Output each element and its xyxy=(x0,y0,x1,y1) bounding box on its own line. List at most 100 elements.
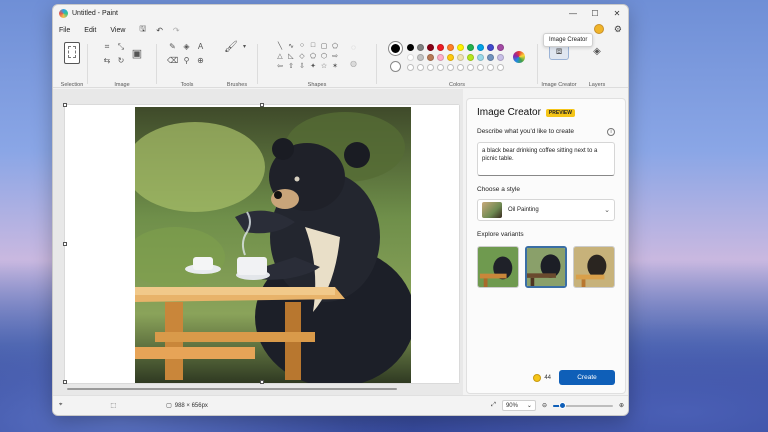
style-dropdown[interactable]: Oil Painting ⌄ xyxy=(477,199,615,221)
prompt-textarea[interactable]: a black bear drinking coffee sitting nex… xyxy=(477,142,615,176)
custom-color-swatch[interactable] xyxy=(497,63,504,71)
star4-shape-icon[interactable]: ✦ xyxy=(308,62,318,70)
variant-thumbnail-1[interactable] xyxy=(477,246,519,288)
zoom-slider[interactable] xyxy=(552,401,613,409)
color-swatch[interactable] xyxy=(497,43,504,51)
star6-shape-icon[interactable]: ✶ xyxy=(330,62,340,70)
custom-color-swatch[interactable] xyxy=(407,63,414,71)
resize-handle-left[interactable] xyxy=(63,242,67,246)
custom-color-swatch[interactable] xyxy=(467,63,474,71)
crop-icon[interactable]: ⌗ xyxy=(102,42,113,52)
zoom-slider-thumb[interactable] xyxy=(558,401,566,409)
oval-shape-icon[interactable]: ○ xyxy=(297,42,307,50)
pencil-icon[interactable]: ✎ xyxy=(167,42,178,52)
color-swatch[interactable] xyxy=(447,53,454,61)
color-picker-icon[interactable]: ⚲ xyxy=(181,56,192,66)
account-avatar[interactable] xyxy=(593,24,604,34)
brush-dropdown-icon[interactable]: ▾ xyxy=(239,42,250,52)
fit-to-window-icon[interactable]: ⤢ xyxy=(491,402,496,409)
drawing-canvas[interactable] xyxy=(63,103,459,384)
edit-colors-icon[interactable] xyxy=(513,51,525,63)
outline-icon[interactable]: ◌ xyxy=(348,43,359,53)
resize-handle-bottom[interactable] xyxy=(260,380,264,384)
brush-icon[interactable]: 🖌 xyxy=(224,42,238,53)
resize-handle-top-left[interactable] xyxy=(63,103,67,107)
right-arrow-shape-icon[interactable]: ⇨ xyxy=(330,52,340,60)
menu-file[interactable]: File xyxy=(59,27,70,34)
custom-color-swatch[interactable] xyxy=(427,63,434,71)
color-swatch[interactable] xyxy=(417,53,424,61)
color-swatch[interactable] xyxy=(437,53,444,61)
custom-color-swatch[interactable] xyxy=(417,63,424,71)
canvas-workspace[interactable] xyxy=(53,89,463,395)
star5-shape-icon[interactable]: ☆ xyxy=(319,62,329,70)
color-swatch[interactable] xyxy=(497,53,504,61)
horizontal-scrollbar-thumb[interactable] xyxy=(67,388,397,390)
line-shape-icon[interactable]: ╲ xyxy=(275,42,285,50)
rectangle-shape-icon[interactable]: □ xyxy=(308,42,318,50)
settings-gear-icon[interactable]: ⚙ xyxy=(614,24,622,35)
color-swatch[interactable] xyxy=(437,43,444,51)
remove-background-icon[interactable]: ▣ xyxy=(132,49,143,60)
polygon-shape-icon[interactable]: ⬠ xyxy=(330,42,340,50)
color-swatch[interactable] xyxy=(477,53,484,61)
primary-color-swatch[interactable] xyxy=(388,41,403,56)
up-arrow-shape-icon[interactable]: ⇧ xyxy=(286,62,296,70)
fill-bucket-icon[interactable]: ◈ xyxy=(181,42,192,52)
color-swatch[interactable] xyxy=(487,53,494,61)
variant-thumbnail-2[interactable] xyxy=(525,246,567,288)
horizontal-scrollbar[interactable] xyxy=(57,387,457,391)
selection-tool-icon[interactable] xyxy=(64,42,80,64)
undo-icon[interactable]: ↶ xyxy=(156,26,163,35)
flip-icon[interactable]: ⇆ xyxy=(102,56,113,66)
color-swatch[interactable] xyxy=(457,43,464,51)
variant-thumbnail-3[interactable] xyxy=(573,246,615,288)
color-swatch[interactable] xyxy=(447,43,454,51)
down-arrow-shape-icon[interactable]: ⇩ xyxy=(297,62,307,70)
save-icon[interactable]: 🖫 xyxy=(139,23,146,37)
color-swatch[interactable] xyxy=(427,43,434,51)
secondary-color-swatch[interactable] xyxy=(390,61,401,72)
magnifier-icon[interactable]: ⊕ xyxy=(195,56,206,66)
menu-view[interactable]: View xyxy=(110,27,125,34)
menu-edit[interactable]: Edit xyxy=(84,27,96,34)
custom-color-swatch[interactable] xyxy=(457,63,464,71)
curve-shape-icon[interactable]: ∿ xyxy=(286,42,296,50)
custom-color-swatch[interactable] xyxy=(477,63,484,71)
shape-fill-icon[interactable]: ◍ xyxy=(348,59,359,69)
minimize-button[interactable]: — xyxy=(562,9,584,18)
diamond-shape-icon[interactable]: ◇ xyxy=(297,52,307,60)
color-swatch[interactable] xyxy=(487,43,494,51)
info-icon[interactable]: i xyxy=(607,128,615,136)
color-swatch[interactable] xyxy=(417,43,424,51)
hexagon-shape-icon[interactable]: ⬡ xyxy=(319,52,329,60)
color-swatch[interactable] xyxy=(467,43,474,51)
custom-color-swatch[interactable] xyxy=(487,63,494,71)
eraser-icon[interactable]: ⌫ xyxy=(167,56,178,66)
resize-icon[interactable]: ⤡ xyxy=(116,42,127,52)
custom-color-swatch[interactable] xyxy=(447,63,454,71)
color-swatch[interactable] xyxy=(407,53,414,61)
pentagon-shape-icon[interactable]: ⬠ xyxy=(308,52,318,60)
zoom-in-icon[interactable]: ⊕ xyxy=(619,402,624,409)
rounded-rectangle-shape-icon[interactable]: ▢ xyxy=(319,42,329,50)
color-swatch[interactable] xyxy=(477,43,484,51)
triangle-shape-icon[interactable]: △ xyxy=(275,52,285,60)
create-button[interactable]: Create xyxy=(559,370,615,385)
maximize-button[interactable]: ☐ xyxy=(584,9,606,18)
rotate-icon[interactable]: ↻ xyxy=(116,56,127,66)
zoom-out-icon[interactable]: ⊖ xyxy=(542,402,547,409)
color-swatch[interactable] xyxy=(467,53,474,61)
close-button[interactable]: ✕ xyxy=(606,9,628,18)
zoom-dropdown[interactable]: 90% ⌄ xyxy=(501,400,536,411)
resize-handle-bottom-left[interactable] xyxy=(63,380,67,384)
left-arrow-shape-icon[interactable]: ⇦ xyxy=(275,62,285,70)
text-icon[interactable]: A xyxy=(195,42,206,52)
color-swatch[interactable] xyxy=(457,53,464,61)
right-triangle-shape-icon[interactable]: ◺ xyxy=(286,52,296,60)
redo-icon[interactable]: ↷ xyxy=(173,26,180,35)
color-swatch[interactable] xyxy=(427,53,434,61)
resize-handle-top[interactable] xyxy=(260,103,264,107)
color-swatch[interactable] xyxy=(407,43,414,51)
custom-color-swatch[interactable] xyxy=(437,63,444,71)
